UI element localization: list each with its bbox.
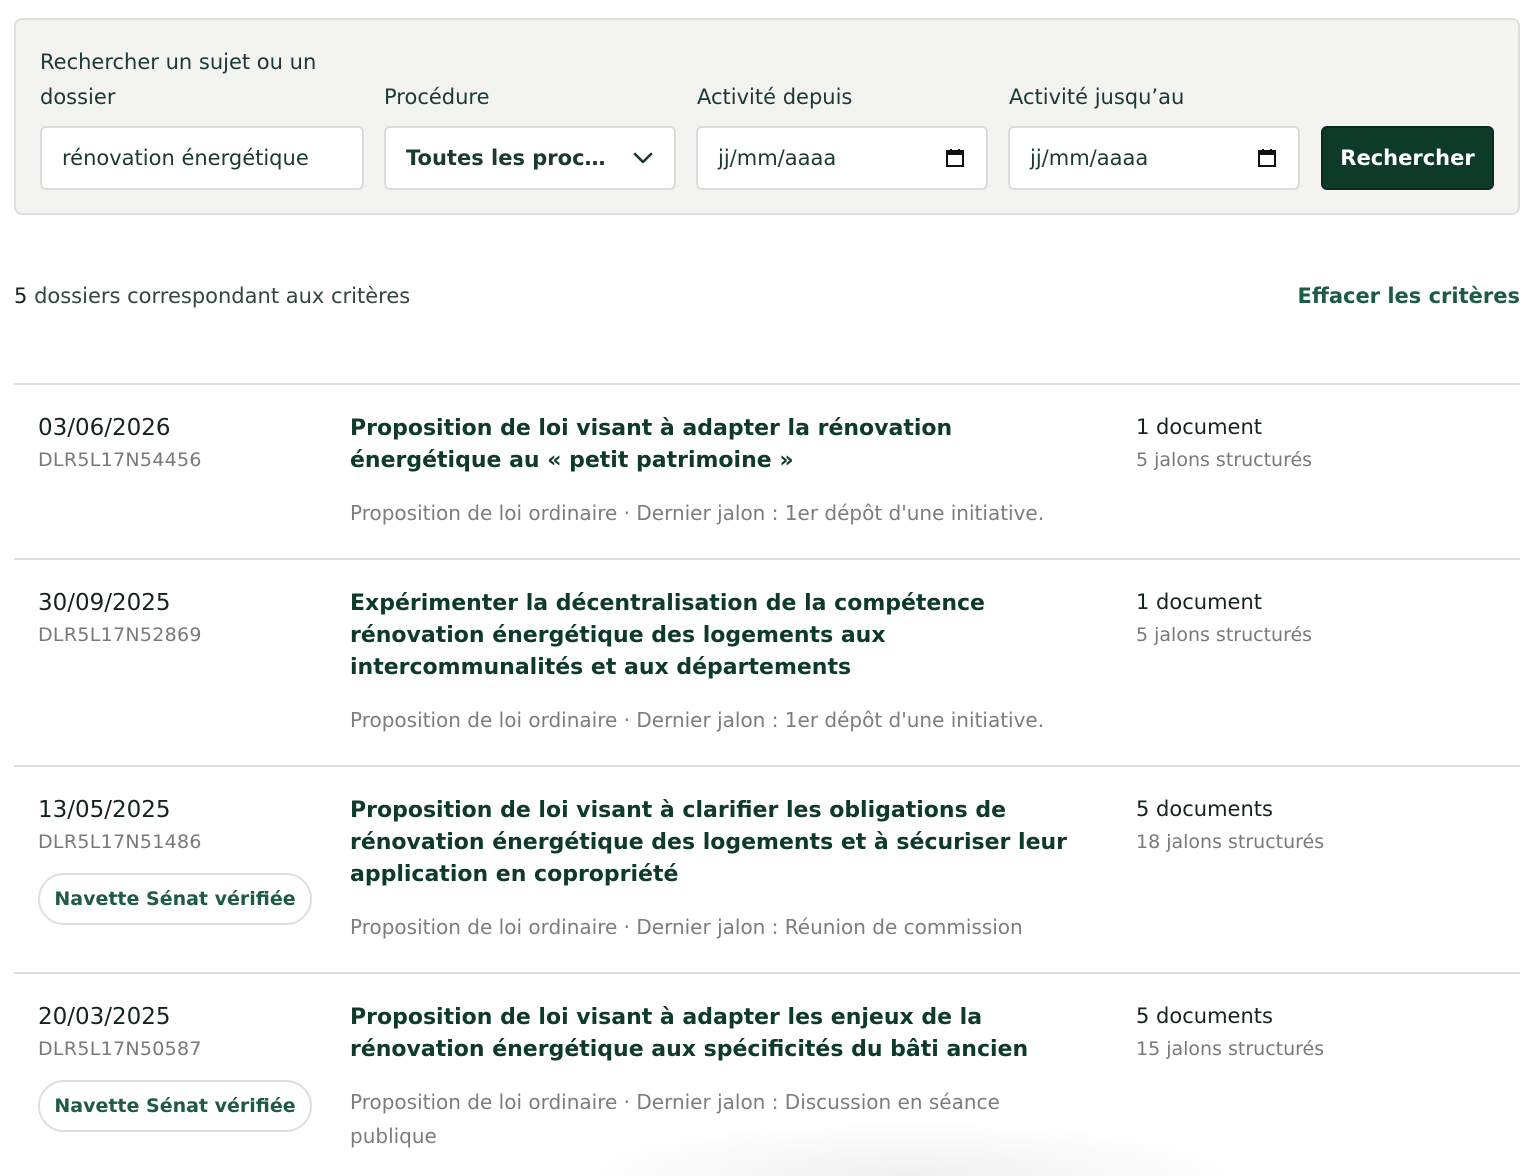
result-count: 5 dossiers correspondant aux critères (14, 284, 410, 308)
procedure-label: Procédure (384, 85, 490, 109)
result-meta: Proposition de loi ordinaire · Dernier j… (350, 915, 1023, 939)
chevron-down-icon (632, 147, 654, 169)
result-title-link[interactable]: Proposition de loi visant à adapter les … (350, 1002, 1100, 1066)
result-milestones-count: 18 jalons structurés (1136, 831, 1325, 853)
result-reference: DLR5L17N50587 (38, 1038, 202, 1060)
result-count-text: dossiers correspondant aux critères (34, 284, 411, 308)
senate-verified-badge: Navette Sénat vérifiée (38, 873, 312, 925)
result-reference: DLR5L17N54456 (38, 449, 202, 471)
result-row[interactable]: 20/03/2025 DLR5L17N50587 Navette Sénat v… (14, 972, 1520, 1176)
results-list: 03/06/2026 DLR5L17N54456 Proposition de … (14, 383, 1520, 1176)
result-title-link[interactable]: Expérimenter la décentralisation de la c… (350, 588, 1100, 684)
result-row[interactable]: 13/05/2025 DLR5L17N51486 Navette Sénat v… (14, 765, 1520, 972)
procedure-selected-value: Toutes les proc… (406, 146, 606, 170)
result-date: 20/03/2025 (38, 1004, 171, 1030)
procedure-select[interactable]: Toutes les proc… (384, 126, 676, 190)
result-milestones-count: 5 jalons structurés (1136, 449, 1313, 471)
result-documents-count: 1 document (1136, 590, 1262, 614)
result-meta: Proposition de loi ordinaire · Dernier j… (350, 501, 1045, 525)
result-title-link[interactable]: Proposition de loi visant à adapter la r… (350, 413, 1100, 477)
subject-search-value: rénovation énergétique (62, 146, 309, 170)
calendar-icon[interactable] (1256, 147, 1278, 169)
date-from-input[interactable]: jj/mm/aaaa (696, 126, 988, 190)
result-date: 30/09/2025 (38, 590, 171, 616)
date-to-placeholder: jj/mm/aaaa (1030, 146, 1149, 170)
result-milestones-count: 15 jalons structurés (1136, 1038, 1325, 1060)
result-meta: Proposition de loi ordinaire · Dernier j… (350, 1090, 1000, 1148)
result-documents-count: 5 documents (1136, 797, 1273, 821)
result-row[interactable]: 03/06/2026 DLR5L17N54456 Proposition de … (14, 383, 1520, 558)
result-documents-count: 5 documents (1136, 1004, 1273, 1028)
result-row[interactable]: 30/09/2025 DLR5L17N52869 Expérimenter la… (14, 558, 1520, 765)
result-reference: DLR5L17N52869 (38, 624, 202, 646)
result-date: 13/05/2025 (38, 797, 171, 823)
subject-search-input[interactable]: rénovation énergétique (40, 126, 364, 190)
search-panel: Rechercher un sujet ou un dossier Procéd… (14, 18, 1520, 215)
result-documents-count: 1 document (1136, 415, 1262, 439)
result-meta: Proposition de loi ordinaire · Dernier j… (350, 708, 1045, 732)
date-from-placeholder: jj/mm/aaaa (718, 146, 837, 170)
result-title-link[interactable]: Proposition de loi visant à clarifier le… (350, 795, 1100, 891)
date-from-label: Activité depuis (697, 85, 853, 109)
senate-verified-badge: Navette Sénat vérifiée (38, 1080, 312, 1132)
date-to-label: Activité jusqu’au (1009, 85, 1185, 109)
result-milestones-count: 5 jalons structurés (1136, 624, 1313, 646)
search-button[interactable]: Rechercher (1321, 126, 1494, 190)
result-count-number: 5 (14, 284, 28, 308)
result-reference: DLR5L17N51486 (38, 831, 202, 853)
result-date: 03/06/2026 (38, 415, 171, 441)
clear-criteria-link[interactable]: Effacer les critères (1297, 284, 1520, 308)
subject-label: Rechercher un sujet ou un dossier (40, 50, 317, 109)
date-to-input[interactable]: jj/mm/aaaa (1008, 126, 1300, 190)
calendar-icon[interactable] (944, 147, 966, 169)
